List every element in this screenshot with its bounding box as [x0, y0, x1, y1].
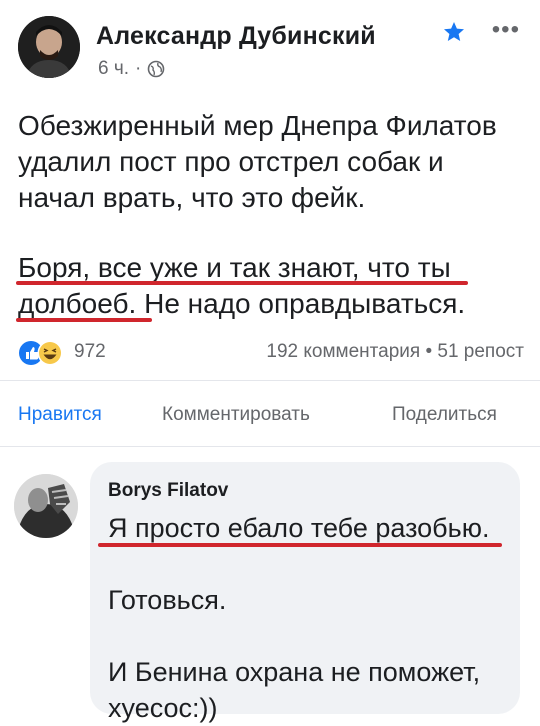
comment-author[interactable]: Borys Filatov	[108, 480, 228, 502]
meta-separator: ·	[135, 58, 142, 79]
more-icon[interactable]: •••	[492, 16, 520, 44]
post-text-line: начал врать, что это фейк.	[18, 182, 366, 213]
star-icon[interactable]	[442, 20, 466, 44]
red-underline	[16, 281, 468, 285]
author-avatar[interactable]	[18, 16, 80, 78]
post-text-line: Обезжиренный мер Днепра Филатов	[18, 110, 497, 141]
divider	[0, 446, 540, 447]
reaction-count[interactable]: 972	[74, 341, 106, 363]
post-header: Александр Дубинский 6 ч. · •••	[18, 14, 524, 84]
post-meta: 6 ч. ·	[98, 58, 165, 80]
divider	[0, 380, 540, 381]
red-underline	[98, 543, 502, 547]
comment-line: И Бенина охрана не поможет,	[108, 657, 481, 687]
comment-line: хуесос:))	[108, 693, 218, 723]
action-bar: Нравится Комментировать Поделиться	[0, 404, 540, 438]
author-name[interactable]: Александр Дубинский	[96, 22, 376, 51]
comment-button[interactable]: Комментировать	[162, 404, 310, 426]
post-text-line: долбоеб. Не надо оправдываться.	[18, 288, 466, 319]
share-button[interactable]: Поделиться	[392, 404, 497, 426]
post-text-line: удалил пост про отстрел собак и	[18, 146, 444, 177]
comment-avatar[interactable]	[14, 474, 78, 538]
comment-bubble: Borys Filatov Я просто ебало тебе разобь…	[90, 462, 520, 723]
post-stats[interactable]: 192 комментария • 51 репост	[266, 341, 524, 363]
comment-line: Готовься.	[108, 585, 227, 615]
comment-line: Я просто ебало тебе разобью.	[108, 513, 490, 543]
reactions-row: 972 192 комментария • 51 репост	[18, 338, 524, 368]
haha-reaction-icon	[37, 340, 63, 366]
like-button[interactable]: Нравится	[18, 404, 102, 426]
red-underline	[16, 318, 152, 322]
post-time[interactable]: 6 ч.	[98, 58, 129, 80]
globe-icon	[147, 60, 165, 78]
post-text: Обезжиренный мер Днепра Филатов удалил п…	[18, 108, 528, 322]
reaction-icons[interactable]	[18, 339, 64, 367]
